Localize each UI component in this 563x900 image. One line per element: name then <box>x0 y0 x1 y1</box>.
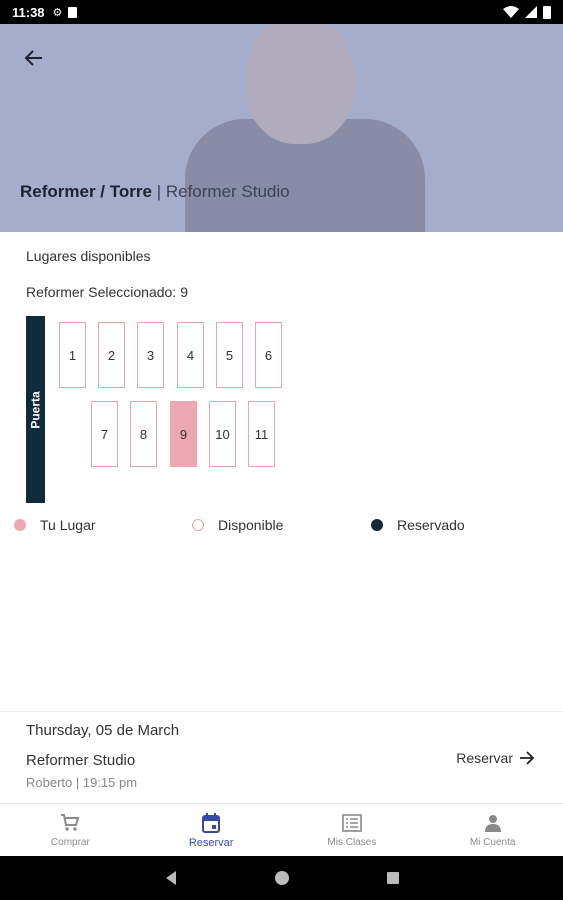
nav-mi-cuenta[interactable]: Mi Cuenta <box>422 804 563 856</box>
arrow-left-icon <box>24 50 42 66</box>
seat-3[interactable]: 3 <box>137 322 164 388</box>
available-dot-icon <box>192 519 204 531</box>
nav-mi-cuenta-label: Mi Cuenta <box>469 837 516 848</box>
class-studio: Reformer Studio <box>26 752 136 769</box>
system-nav-bar <box>0 856 563 900</box>
sim-icon <box>68 6 78 18</box>
seat-10[interactable]: 10 <box>209 401 236 467</box>
seat-number: 10 <box>215 426 230 442</box>
class-date: Thursday, 05 de March <box>26 722 180 739</box>
nav-reservar-label: Reservar <box>188 836 234 849</box>
nav-comprar-label: Comprar <box>50 837 90 848</box>
seat-4[interactable]: 4 <box>177 322 204 388</box>
arrow-right-icon <box>520 751 535 765</box>
divider <box>0 711 563 712</box>
seat-number: 1 <box>68 347 77 363</box>
recents-square-icon[interactable] <box>386 871 400 885</box>
person-icon <box>484 812 502 834</box>
gear-icon: ⚙ <box>52 6 63 19</box>
seat-number: 6 <box>264 347 273 363</box>
my-spot-dot-icon <box>14 519 26 531</box>
legend-mine: Tu Lugar <box>14 517 96 533</box>
legend-mine-label: Tu Lugar <box>40 517 96 533</box>
reserve-label: Reservar <box>456 750 513 766</box>
status-time: 11:38 <box>12 4 45 20</box>
list-icon <box>342 812 362 834</box>
seat-7[interactable]: 7 <box>91 401 118 467</box>
wifi-icon <box>503 6 519 18</box>
class-title: Reformer / Torre | Reformer Studio <box>20 182 290 202</box>
door-marker: Puerta <box>26 316 45 503</box>
reserved-dot-icon <box>371 519 383 531</box>
seat-number: 5 <box>225 347 234 363</box>
nav-reservar[interactable]: Reservar <box>141 804 282 856</box>
title-separator: | <box>156 182 162 201</box>
status-bar: 11:38 ⚙ <box>0 0 563 24</box>
legend-reserved: Reservado <box>371 517 465 533</box>
seat-9[interactable]: 9 <box>170 401 197 467</box>
calendar-icon <box>202 812 221 834</box>
home-circle-icon[interactable] <box>274 870 290 886</box>
class-hero-image: Reformer / Torre | Reformer Studio <box>0 24 563 232</box>
seat-number: 9 <box>179 426 188 442</box>
reserve-button[interactable]: Reservar <box>456 750 535 766</box>
cart-icon <box>60 812 80 834</box>
legend-reserved-label: Reservado <box>397 517 465 533</box>
bottom-nav: Comprar Reservar Mis Clases Mi Cuenta <box>0 803 563 856</box>
nav-mis-clases-label: Mis Clases <box>327 837 377 848</box>
seat-number: 4 <box>186 347 195 363</box>
back-triangle-icon[interactable] <box>164 870 178 886</box>
legend-available-label: Disponible <box>218 517 284 533</box>
nav-comprar[interactable]: Comprar <box>0 804 141 856</box>
class-instructor-time: Roberto | 19:15 pm <box>26 775 138 790</box>
studio-name: Reformer Studio <box>165 182 290 201</box>
signal-icon <box>525 6 537 18</box>
seat-11[interactable]: 11 <box>248 401 275 467</box>
selected-reformer-label: Reformer Seleccionado: 9 <box>26 284 188 300</box>
battery-icon <box>543 5 551 19</box>
legend-available: Disponible <box>192 517 283 533</box>
available-spots-heading: Lugares disponibles <box>26 248 151 264</box>
seat-number: 3 <box>146 347 155 363</box>
seat-number: 7 <box>100 426 109 442</box>
seat-6[interactable]: 6 <box>255 322 282 388</box>
seat-number: 11 <box>254 426 269 442</box>
class-name: Reformer / Torre <box>20 182 152 201</box>
door-label: Puerta <box>28 390 43 429</box>
seat-5[interactable]: 5 <box>216 322 243 388</box>
seat-number: 2 <box>107 347 116 363</box>
seat-number: 8 <box>139 426 148 442</box>
nav-mis-clases[interactable]: Mis Clases <box>282 804 423 856</box>
seat-1[interactable]: 1 <box>59 322 86 388</box>
seat-8[interactable]: 8 <box>130 401 157 467</box>
seat-2[interactable]: 2 <box>98 322 125 388</box>
back-button[interactable] <box>20 44 48 72</box>
selected-reformer-text: Reformer Seleccionado: <box>26 284 177 300</box>
selected-reformer-value: 9 <box>180 284 188 300</box>
